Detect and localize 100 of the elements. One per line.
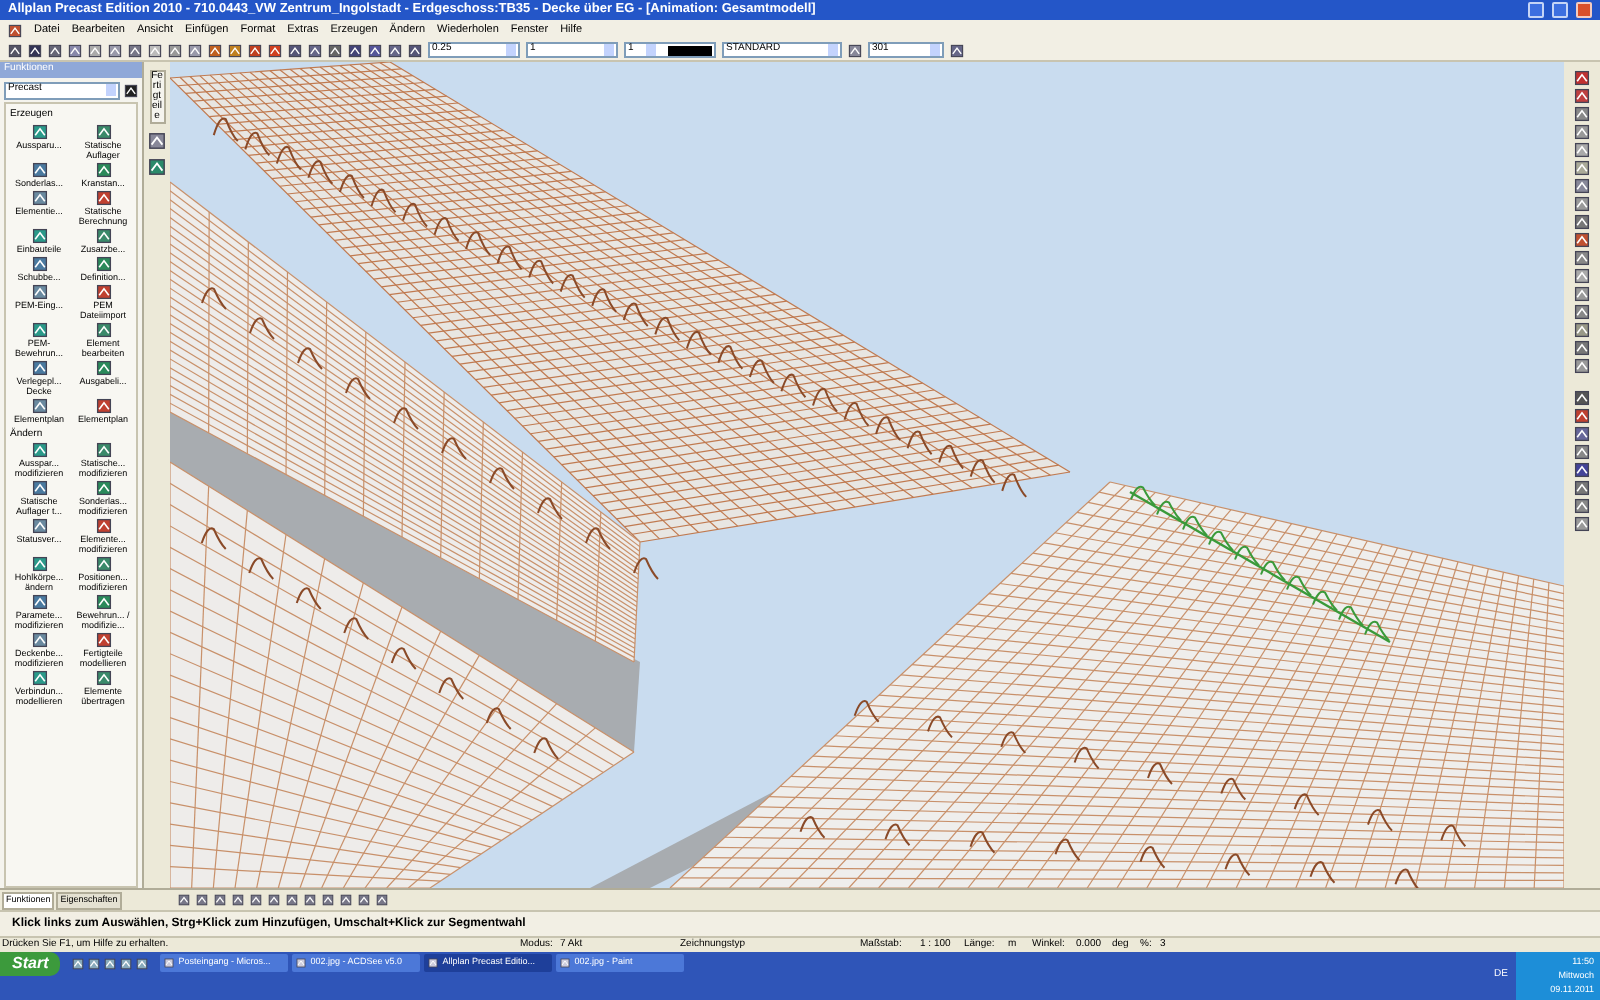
view-tool-icon[interactable] <box>268 894 280 906</box>
function-icon[interactable] <box>31 480 47 496</box>
toolbar-icon[interactable] <box>188 43 202 57</box>
toolbar-icon[interactable] <box>128 43 142 57</box>
tool-icon[interactable] <box>148 132 166 150</box>
function-icon[interactable] <box>95 189 111 205</box>
function-icon[interactable] <box>95 397 111 413</box>
function-icon[interactable] <box>95 556 111 572</box>
function-icon[interactable] <box>95 480 111 496</box>
tool-icon[interactable] <box>1574 322 1590 338</box>
function-icon[interactable] <box>31 227 47 243</box>
tool-icon[interactable] <box>1574 178 1590 194</box>
tool-icon[interactable] <box>1574 498 1590 514</box>
function-icon[interactable] <box>95 594 111 610</box>
tool-icon[interactable] <box>1574 516 1590 532</box>
toolbar-icon[interactable] <box>228 43 242 57</box>
function-icon[interactable] <box>31 518 47 534</box>
function-icon[interactable] <box>95 283 111 299</box>
tool-icon[interactable] <box>1574 268 1590 284</box>
toolbar-icon[interactable] <box>288 43 302 57</box>
function-icon[interactable] <box>95 518 111 534</box>
tool-icon[interactable] <box>1574 142 1590 158</box>
tool-icon[interactable] <box>1574 160 1590 176</box>
quick-launch-icon[interactable] <box>104 958 117 970</box>
tool-icon[interactable] <box>1574 70 1590 86</box>
function-icon[interactable] <box>31 397 47 413</box>
toolbar-icon[interactable] <box>348 43 362 57</box>
tool-icon[interactable] <box>1574 106 1590 122</box>
tool-icon[interactable] <box>1574 232 1590 248</box>
quick-launch-icon[interactable] <box>136 958 149 970</box>
view-tool-icon[interactable] <box>304 894 316 906</box>
toolbar-icon[interactable] <box>950 43 964 57</box>
function-icon[interactable] <box>95 227 111 243</box>
function-icon[interactable] <box>31 189 47 205</box>
toolbar-icon[interactable] <box>168 43 182 57</box>
toolbar-icon[interactable] <box>248 43 262 57</box>
function-icon[interactable] <box>31 283 47 299</box>
tool-icon[interactable] <box>1574 88 1590 104</box>
tool-icon[interactable] <box>1574 444 1590 460</box>
view-tool-icon[interactable] <box>358 894 370 906</box>
maximize-button[interactable] <box>1552 2 1568 18</box>
view-tool-icon[interactable] <box>286 894 298 906</box>
view-tool-icon[interactable] <box>232 894 244 906</box>
function-icon[interactable] <box>31 161 47 177</box>
function-icon[interactable] <box>95 255 111 271</box>
tool-icon[interactable] <box>1574 480 1590 496</box>
toolbar-icon[interactable] <box>88 43 102 57</box>
toolbar-icon[interactable] <box>388 43 402 57</box>
tool-icon[interactable] <box>148 158 166 176</box>
view-tool-icon[interactable] <box>196 894 208 906</box>
view-tool-icon[interactable] <box>178 894 190 906</box>
tool-icon[interactable] <box>1574 196 1590 212</box>
quick-launch-icon[interactable] <box>120 958 133 970</box>
function-icon[interactable] <box>95 123 111 139</box>
toolbar-icon[interactable] <box>68 43 82 57</box>
minimize-button[interactable] <box>1528 2 1544 18</box>
quick-launch-icon[interactable] <box>72 958 85 970</box>
function-icon[interactable] <box>31 123 47 139</box>
view-tool-icon[interactable] <box>214 894 226 906</box>
toolbar-icon[interactable] <box>148 43 162 57</box>
view-tool-icon[interactable] <box>376 894 388 906</box>
function-icon[interactable] <box>95 442 111 458</box>
toolbar-icon[interactable] <box>308 43 322 57</box>
toolbar-icon[interactable] <box>368 43 382 57</box>
tool-icon[interactable] <box>1574 358 1590 374</box>
tool-icon[interactable] <box>1574 304 1590 320</box>
tool-icon[interactable] <box>1574 250 1590 266</box>
function-icon[interactable] <box>95 161 111 177</box>
tool-icon[interactable] <box>1574 390 1590 406</box>
function-icon[interactable] <box>95 632 111 648</box>
function-icon[interactable] <box>31 255 47 271</box>
tool-icon[interactable] <box>1574 124 1590 140</box>
start-button[interactable]: Start <box>0 952 61 976</box>
toolbar-icon[interactable] <box>268 43 282 57</box>
tool-icon[interactable] <box>1574 426 1590 442</box>
tool-icon[interactable] <box>1574 408 1590 424</box>
toolbar-icon[interactable] <box>208 43 222 57</box>
toolbar-icon[interactable] <box>108 43 122 57</box>
view-tool-icon[interactable] <box>250 894 262 906</box>
toolbar-icon[interactable] <box>328 43 342 57</box>
quick-launch-icon[interactable] <box>88 958 101 970</box>
tool-icon[interactable] <box>1574 214 1590 230</box>
tool-icon[interactable] <box>1574 286 1590 302</box>
function-icon[interactable] <box>31 359 47 375</box>
function-icon[interactable] <box>95 359 111 375</box>
toolbar-icon[interactable] <box>28 43 42 57</box>
function-icon[interactable] <box>31 442 47 458</box>
toolbar-icon[interactable] <box>8 43 22 57</box>
tool-icon[interactable] <box>1574 340 1590 356</box>
view-tool-icon[interactable] <box>322 894 334 906</box>
function-icon[interactable] <box>95 670 111 686</box>
view-tool-icon[interactable] <box>340 894 352 906</box>
tool-icon[interactable] <box>1574 462 1590 478</box>
toolbar-icon[interactable] <box>48 43 62 57</box>
close-button[interactable] <box>1576 2 1592 18</box>
function-icon[interactable] <box>31 321 47 337</box>
function-icon[interactable] <box>31 556 47 572</box>
function-icon[interactable] <box>95 321 111 337</box>
function-icon[interactable] <box>31 632 47 648</box>
function-icon[interactable] <box>31 594 47 610</box>
